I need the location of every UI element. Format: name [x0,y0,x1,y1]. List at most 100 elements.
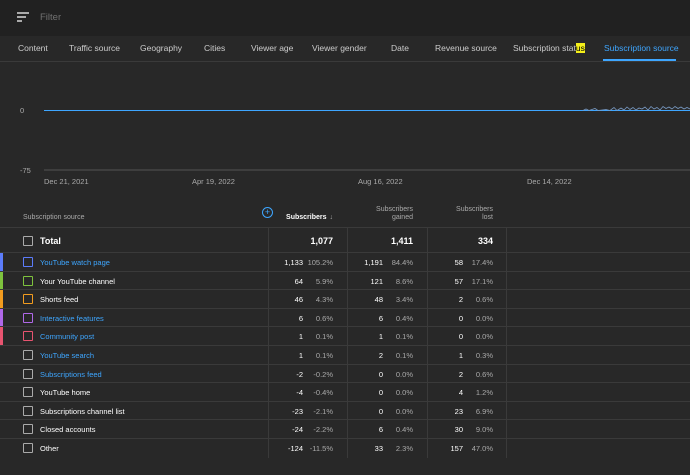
row-source-label[interactable]: Community post [40,332,94,341]
row-lost-percent: 0.3% [475,351,493,360]
active-tab-indicator [603,59,676,61]
row-gained-percent: 0.0% [395,369,413,379]
add-metric-icon[interactable]: + [262,207,273,218]
tab-subscription-source[interactable]: Subscription source [604,43,679,53]
table-row[interactable]: Your YouTube channel 64 5.9% 121 8.6% 57 17.1% [0,270,690,291]
row-source-label[interactable]: Interactive features [40,314,104,323]
row-subscribers-value: -124 [287,444,303,453]
tab-content[interactable]: Content [18,43,48,53]
tab-subscription-status-label: Subscription stat [513,43,576,53]
table-row[interactable]: Community post 1 0.1% 1 0.1% 0 0.0% [0,326,690,346]
column-divider [427,401,428,421]
total-row: Total 1,077 1,411 334 [0,227,690,256]
table-row[interactable]: Subscriptions channel list -23 -2.1% 0 0.0% 2… [0,400,690,421]
tab-date[interactable]: Date [391,43,409,53]
row-checkbox[interactable] [23,350,33,360]
column-divider [347,346,348,365]
row-subscribers-percent: 4.3% [315,295,333,305]
series-color-bar [0,327,3,345]
y-tick-0: 0 [20,106,25,115]
column-header-source[interactable]: Subscription source [23,214,84,221]
row-gained-percent: 0.1% [395,332,413,342]
total-checkbox[interactable] [23,236,33,246]
row-source-label[interactable]: Subscriptions feed [40,370,102,379]
row-checkbox[interactable] [23,331,33,342]
column-header-gained[interactable]: Subscribers gained [376,206,413,222]
row-subscribers-value: -4 [296,388,303,398]
table-row[interactable]: YouTube watch page 1,133 105.2% 1,191 84.4% 5… [0,252,690,272]
row-lost-value: 0 [458,332,463,342]
row-checkbox[interactable] [23,312,33,323]
tab-cities[interactable]: Cities [204,43,225,53]
column-divider [427,253,428,272]
total-label: Total [40,236,61,246]
row-gained-value: 33 [374,444,383,453]
row-subscribers-value: 1,133 [284,258,303,267]
row-checkbox[interactable] [23,443,33,453]
tab-revenue-source[interactable]: Revenue source [435,43,497,53]
row-lost-percent: 0.0% [475,332,493,342]
row-checkbox[interactable] [23,294,33,305]
filter-icon[interactable] [17,12,29,22]
filter-input[interactable]: Filter [40,12,61,23]
table-row[interactable]: Interactive features 6 0.6% 6 0.4% 0 0.0% [0,307,690,328]
tab-viewer-age[interactable]: Viewer age [251,43,293,53]
row-lost-percent: 17.4% [471,258,493,267]
row-checkbox[interactable] [23,424,33,435]
row-source-label[interactable]: YouTube search [40,351,94,360]
tab-traffic-source[interactable]: Traffic source [69,43,120,53]
column-divider [347,420,348,439]
column-divider [427,420,428,439]
row-lost-value: 157 [450,444,463,453]
row-lost-value: 30 [454,425,463,435]
row-source-label: Shorts feed [40,295,79,305]
table-row[interactable]: Other -124 -11.5% 33 2.3% 157 47.0% [0,438,690,458]
column-header-lost-line1: Subscribers [456,206,493,213]
column-header-lost[interactable]: Subscribers lost [456,206,493,222]
row-lost-value: 4 [458,388,463,398]
row-source-label[interactable]: YouTube watch page [40,258,110,267]
row-checkbox[interactable] [23,387,33,398]
row-gained-value: 1,191 [364,258,383,267]
row-lost-value: 1 [458,351,463,360]
column-divider [268,308,269,328]
row-lost-percent: 6.9% [475,406,493,416]
column-divider [347,290,348,309]
column-divider [506,327,507,346]
column-header-gained-line2: gained [391,214,413,221]
row-lost-percent: 0.6% [475,369,493,379]
tab-subscription-status[interactable]: Subscription status [513,43,585,53]
column-divider [506,271,507,291]
table-row[interactable]: Shorts feed 46 4.3% 48 3.4% 2 0.6% [0,289,690,309]
sort-down-icon: ↓ [329,214,334,221]
row-gained-value: 6 [378,313,383,323]
tab-viewer-gender[interactable]: Viewer gender [312,43,367,53]
table-row[interactable]: YouTube search 1 0.1% 2 0.1% 1 0.3% [0,345,690,365]
row-source-label: Your YouTube channel [40,276,115,286]
line-chart: 0 -75 Dec 21, 2021 Apr 19, 2022 Aug 16, … [0,63,690,193]
total-gained: 1,411 [390,236,413,246]
row-gained-percent: 8.6% [395,276,413,286]
column-divider [268,327,269,346]
table-row[interactable]: Closed accounts -24 -2.2% 6 0.4% 30 9.0% [0,419,690,439]
row-checkbox[interactable] [23,405,33,416]
column-header-subscribers[interactable]: Subscribers ↓ [286,214,333,222]
row-subscribers-value: 6 [298,313,303,323]
table-row[interactable]: YouTube home -4 -0.4% 0 0.0% 4 1.2% [0,382,690,402]
table-row[interactable]: Subscriptions feed -2 -0.2% 0 0.0% 2 0.6% [0,363,690,384]
row-gained-percent: 0.0% [395,406,413,416]
series-activity [582,105,690,112]
tab-geography[interactable]: Geography [140,43,182,53]
column-divider [506,401,507,421]
row-checkbox[interactable] [23,368,33,379]
row-subscribers-percent: 0.1% [315,351,333,360]
column-header-subscribers-label: Subscribers [286,214,327,221]
row-lost-percent: 47.0% [471,444,493,453]
row-source-label: Subscriptions channel list [40,406,125,416]
row-subscribers-percent: 5.9% [315,276,333,286]
row-checkbox[interactable] [23,275,33,286]
y-tick-min: -75 [20,166,31,175]
column-divider [268,364,269,384]
row-lost-value: 2 [458,369,463,379]
row-checkbox[interactable] [23,257,33,267]
